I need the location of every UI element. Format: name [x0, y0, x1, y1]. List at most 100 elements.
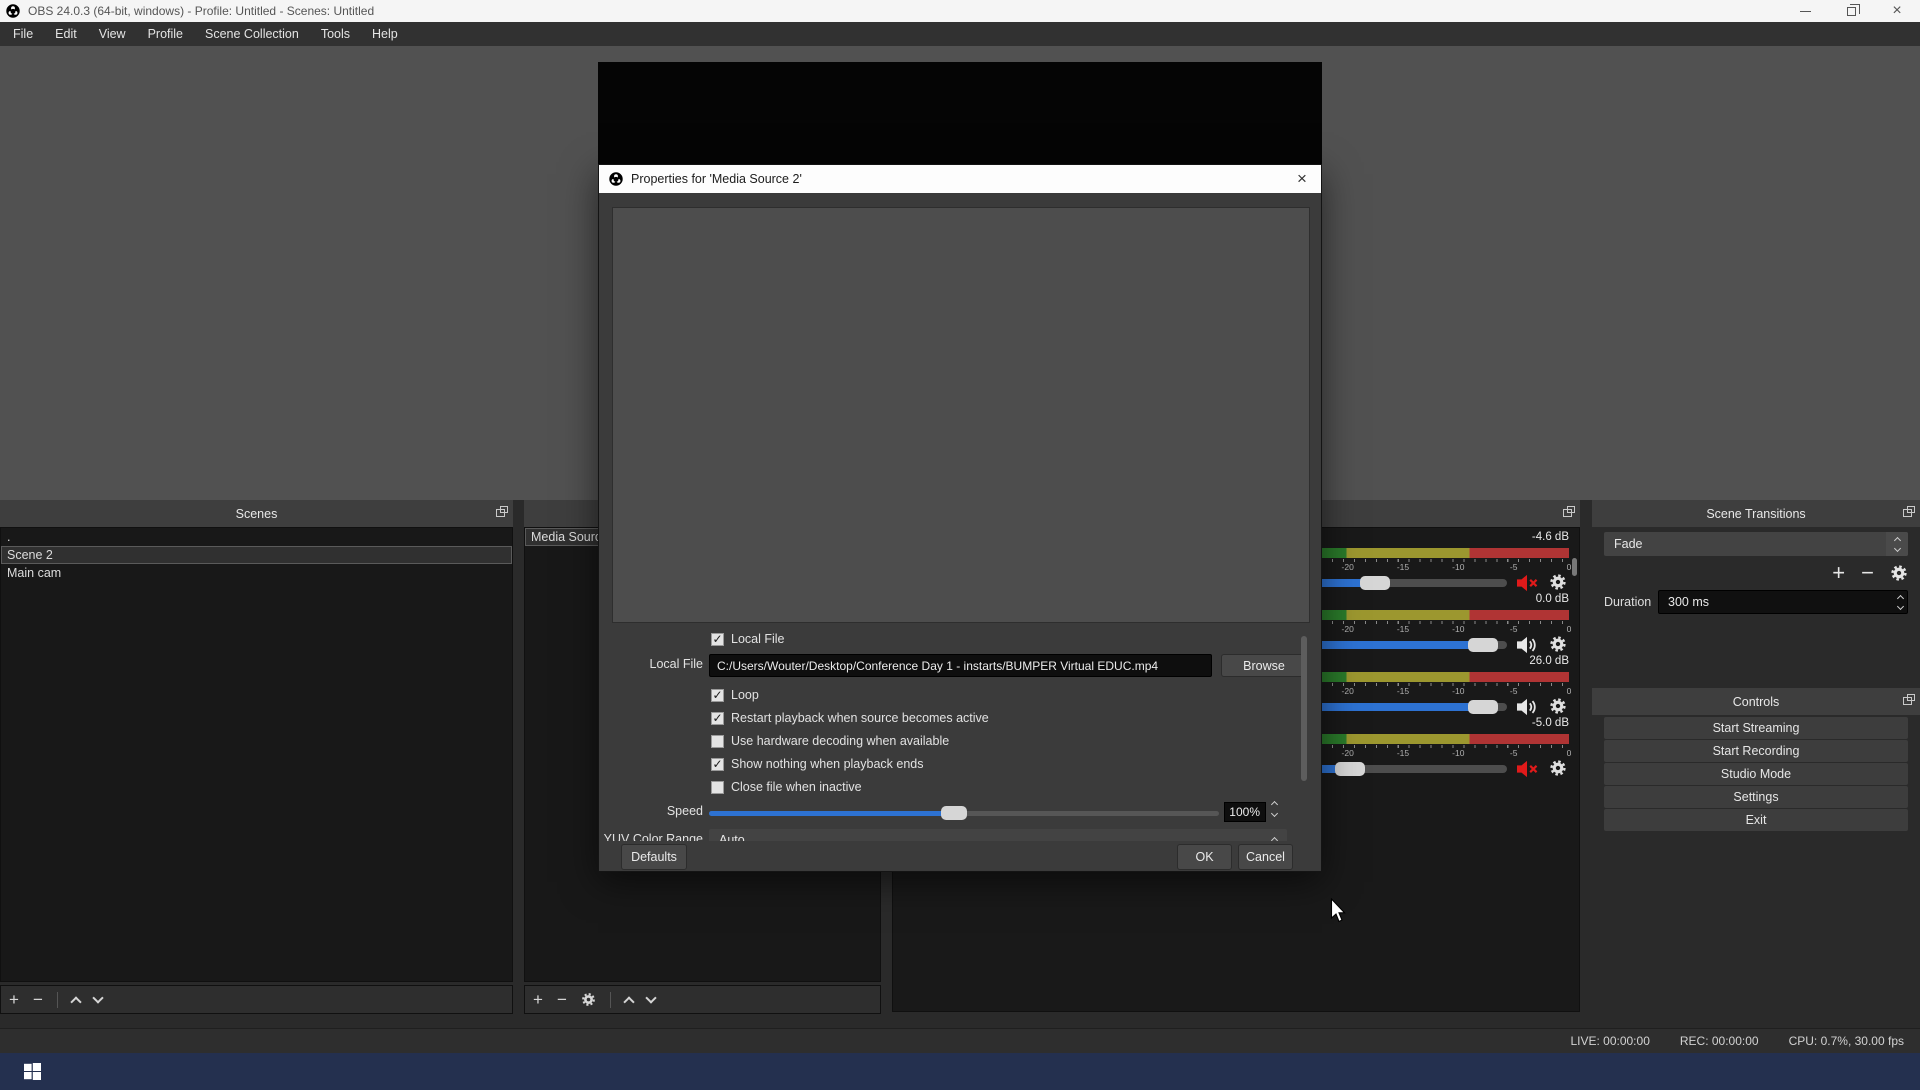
dialog-titlebar[interactable]: Properties for 'Media Source 2' ×: [599, 165, 1321, 193]
source-properties-gear-icon[interactable]: [581, 992, 596, 1007]
close-file-row: ✓ Close file when inactive: [711, 779, 862, 795]
start-recording-button[interactable]: Start Recording: [1604, 740, 1908, 762]
popout-icon[interactable]: [1903, 509, 1912, 517]
close-file-checkbox[interactable]: ✓: [711, 781, 724, 794]
checkbox-label: Close file when inactive: [731, 780, 862, 794]
local-file-enable-row: ✓ Local File: [711, 631, 785, 647]
transition-properties-gear-icon[interactable]: [1890, 564, 1908, 582]
scene-item[interactable]: Main cam: [1, 564, 512, 582]
settings-button[interactable]: Settings: [1604, 786, 1908, 808]
mixer-scrollbar[interactable]: [1572, 558, 1577, 576]
volume-slider-handle[interactable]: [1360, 576, 1390, 590]
speaker-icon: [1515, 635, 1539, 655]
mute-button[interactable]: [1515, 759, 1539, 779]
move-scene-up-button[interactable]: [72, 994, 80, 1006]
ok-button[interactable]: OK: [1177, 844, 1232, 870]
add-scene-button[interactable]: +: [9, 991, 19, 1008]
scene-transitions-panel: Scene Transitions Fade + − Duration 300 …: [1592, 500, 1920, 625]
cpu-fps: CPU: 0.7%, 30.00 fps: [1789, 1034, 1904, 1048]
defaults-button[interactable]: Defaults: [621, 844, 687, 870]
scene-item[interactable]: Scene 2: [1, 546, 512, 564]
channel-settings-gear-icon[interactable]: [1549, 635, 1567, 653]
speed-slider-handle[interactable]: [941, 806, 967, 820]
menu-scene-collection[interactable]: Scene Collection: [194, 22, 310, 46]
channel-settings-gear-icon[interactable]: [1549, 573, 1567, 591]
duration-spinbox[interactable]: 300 ms: [1658, 590, 1908, 614]
cancel-button[interactable]: Cancel: [1238, 844, 1293, 870]
combo-spinner[interactable]: [1886, 532, 1908, 556]
volume-slider-handle[interactable]: [1335, 762, 1365, 776]
chevron-down-icon: [1271, 810, 1278, 817]
chevron-up-icon: [1897, 594, 1904, 601]
speed-slider[interactable]: [709, 811, 1219, 816]
channel-settings-gear-icon[interactable]: [1549, 697, 1567, 715]
channel-settings-gear-icon[interactable]: [1549, 759, 1567, 777]
scenes-list: . Scene 2 Main cam: [0, 527, 513, 982]
scenes-panel-header[interactable]: Scenes: [0, 500, 513, 527]
yuv-select[interactable]: Auto: [709, 829, 1287, 841]
close-button[interactable]: ×: [1874, 0, 1920, 22]
move-scene-down-button[interactable]: [94, 994, 102, 1005]
restart-playback-checkbox[interactable]: ✓: [711, 712, 724, 725]
menu-profile[interactable]: Profile: [137, 22, 194, 46]
remove-scene-button[interactable]: −: [33, 991, 43, 1008]
menu-help[interactable]: Help: [361, 22, 409, 46]
checkmark-icon: ✓: [712, 712, 722, 724]
checkmark-icon: ✓: [712, 689, 722, 701]
start-streaming-button[interactable]: Start Streaming: [1604, 717, 1908, 739]
scene-item[interactable]: .: [1, 528, 512, 546]
checkbox-label: Restart playback when source becomes act…: [731, 711, 989, 725]
mouse-cursor: [1330, 898, 1348, 924]
form-scrollbar[interactable]: [1301, 636, 1307, 781]
show-nothing-checkbox[interactable]: ✓: [711, 758, 724, 771]
duration-spinner[interactable]: [1898, 596, 1903, 609]
mute-button[interactable]: [1515, 697, 1539, 717]
controls-panel-header[interactable]: Controls: [1592, 688, 1920, 715]
hardware-decoding-row: ✓ Use hardware decoding when available: [711, 733, 949, 749]
windows-logo-icon: [24, 1063, 41, 1080]
menu-view[interactable]: View: [88, 22, 137, 46]
checkbox-label: Loop: [731, 688, 759, 702]
windows-start-button[interactable]: [12, 1053, 52, 1090]
menu-edit[interactable]: Edit: [44, 22, 88, 46]
dialog-close-button[interactable]: ×: [1283, 165, 1321, 193]
restore-button[interactable]: [1828, 0, 1874, 22]
hardware-decoding-checkbox[interactable]: ✓: [711, 735, 724, 748]
move-source-down-button[interactable]: [647, 994, 655, 1005]
yuv-selected-value: Auto: [719, 833, 745, 841]
menu-tools[interactable]: Tools: [310, 22, 361, 46]
remove-source-button[interactable]: −: [557, 991, 567, 1008]
obs-app-icon: [609, 172, 623, 186]
scenes-panel-title: Scenes: [236, 507, 278, 521]
chevron-up-icon: [1893, 536, 1900, 543]
add-transition-button[interactable]: +: [1832, 562, 1845, 584]
browse-button[interactable]: Browse: [1221, 654, 1307, 677]
chevron-up-icon: [70, 996, 81, 1007]
popout-icon[interactable]: [496, 509, 505, 517]
windows-taskbar: [0, 1053, 1920, 1090]
volume-slider-handle[interactable]: [1468, 700, 1498, 714]
add-source-button[interactable]: +: [533, 991, 543, 1008]
local-file-checkbox[interactable]: ✓: [711, 633, 724, 646]
local-file-path-input[interactable]: [709, 654, 1212, 677]
move-source-up-button[interactable]: [625, 994, 633, 1006]
loop-checkbox[interactable]: ✓: [711, 689, 724, 702]
speed-value-spinbox[interactable]: 100%: [1224, 802, 1266, 822]
show-nothing-row: ✓ Show nothing when playback ends: [711, 756, 924, 772]
mute-button[interactable]: [1515, 635, 1539, 655]
popout-icon[interactable]: [1563, 509, 1572, 517]
exit-button[interactable]: Exit: [1604, 809, 1908, 831]
menu-file[interactable]: File: [2, 22, 44, 46]
remove-transition-button[interactable]: −: [1861, 562, 1874, 584]
transition-select[interactable]: Fade: [1604, 532, 1908, 556]
controls-panel: Controls Start Streaming Start Recording…: [1592, 688, 1920, 838]
scene-item-label: Main cam: [7, 566, 61, 580]
studio-mode-button[interactable]: Studio Mode: [1604, 763, 1908, 785]
popout-icon[interactable]: [1903, 697, 1912, 705]
volume-slider-handle[interactable]: [1468, 638, 1498, 652]
chevron-down-icon: [92, 992, 103, 1003]
speed-spinner[interactable]: [1272, 802, 1277, 816]
transitions-panel-header[interactable]: Scene Transitions: [1592, 500, 1920, 527]
minimize-button[interactable]: [1782, 0, 1828, 22]
mute-button[interactable]: [1515, 573, 1539, 593]
